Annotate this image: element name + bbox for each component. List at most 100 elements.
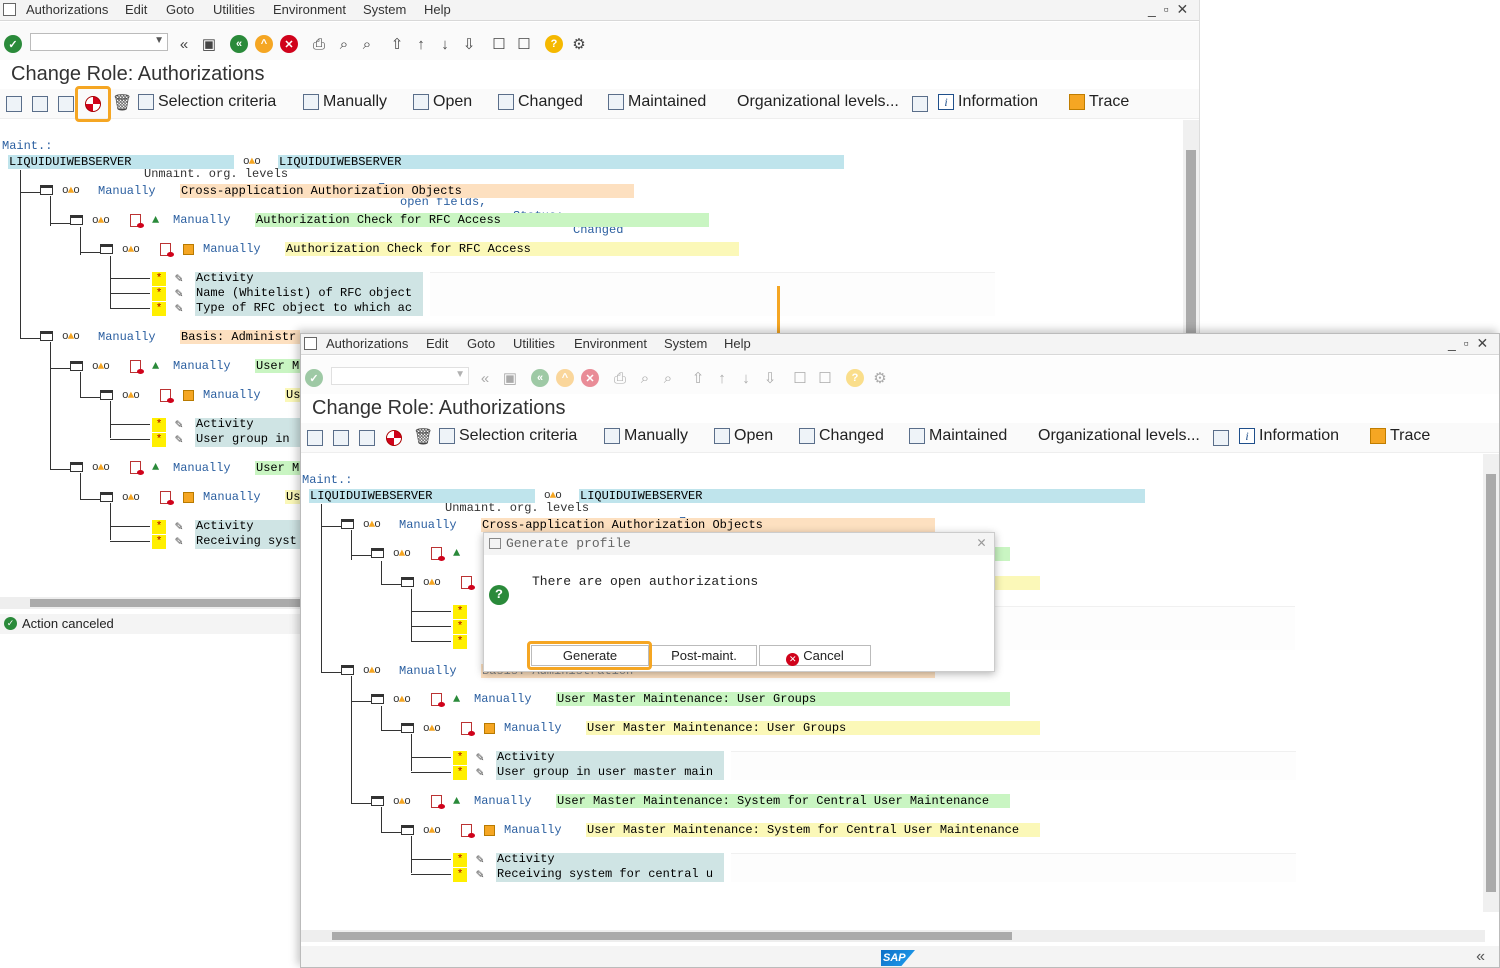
doc-delete-icon[interactable] xyxy=(461,722,475,736)
cancel-icon[interactable]: ✕ xyxy=(280,35,298,53)
doc-delete-icon[interactable] xyxy=(461,824,475,838)
menu-authorizations[interactable]: Authorizations xyxy=(326,336,408,351)
manually-button[interactable]: Manually xyxy=(303,93,387,111)
first-page-icon[interactable]: ⇧ xyxy=(689,369,707,387)
pencil-icon[interactable]: ✎ xyxy=(476,765,484,780)
app-menu-icon[interactable] xyxy=(3,3,16,16)
folder-icon[interactable] xyxy=(401,723,414,733)
settings-gear-icon[interactable]: ⚙ xyxy=(871,369,889,387)
settings-gear-icon[interactable]: ⚙ xyxy=(570,35,588,53)
expand-icon[interactable] xyxy=(6,96,22,112)
field-activity[interactable]: Activity xyxy=(196,271,254,286)
manually-button[interactable]: Manually xyxy=(604,427,688,445)
folder-icon[interactable] xyxy=(341,665,354,675)
print-icon[interactable]: ⎙ xyxy=(310,35,328,53)
doc-delete-icon[interactable] xyxy=(160,491,174,505)
trace-button[interactable]: Trace xyxy=(1370,427,1430,445)
folder-icon[interactable] xyxy=(100,390,113,400)
window-controls[interactable]: _ ▫ ✕ xyxy=(1148,1,1190,18)
tree-node-user-groups-class[interactable]: User Master Maintenance: User Groups xyxy=(556,692,1010,706)
menu-environment[interactable]: Environment xyxy=(574,336,647,351)
selection-criteria-button[interactable]: Selection criteria xyxy=(439,427,577,445)
maintained-button[interactable]: Maintained xyxy=(608,93,706,111)
tree-node-central-class[interactable]: User M xyxy=(255,461,300,475)
tree-node-cross-app[interactable]: Cross-application Authorization Objects xyxy=(481,518,935,532)
command-field[interactable]: ▼ xyxy=(30,33,168,51)
menu-edit[interactable]: Edit xyxy=(426,336,448,351)
pencil-icon[interactable]: ✎ xyxy=(175,271,183,286)
menu-goto[interactable]: Goto xyxy=(467,336,495,351)
pencil-icon[interactable]: ✎ xyxy=(175,432,183,447)
doc-delete-icon[interactable] xyxy=(160,389,174,403)
information-button[interactable]: i Information xyxy=(938,93,1038,111)
prev-page-icon[interactable]: ↑ xyxy=(713,369,731,387)
menu-environment[interactable]: Environment xyxy=(273,2,346,17)
tree-node-rfc-auth[interactable]: Authorization Check for RFC Access xyxy=(285,242,739,256)
field-user-group[interactable]: User group in user master main xyxy=(497,765,713,780)
tree-root[interactable]: LIQUIDUIWEBSERVER xyxy=(8,155,234,169)
save-icon[interactable]: ▣ xyxy=(200,35,218,53)
menu-edit[interactable]: Edit xyxy=(125,2,147,17)
folder-icon[interactable] xyxy=(401,825,414,835)
tree-node-user-groups-auth[interactable]: Us xyxy=(285,388,300,402)
next-page-icon[interactable]: ↓ xyxy=(436,35,454,53)
horizontal-scrollbar[interactable] xyxy=(301,930,1485,942)
doc-delete-icon[interactable] xyxy=(431,795,445,809)
field-rfc-name[interactable]: Name (Whitelist) of RFC object xyxy=(196,286,412,301)
folder-icon[interactable] xyxy=(70,361,83,371)
maintained-button[interactable]: Maintained xyxy=(909,427,1007,445)
doc-delete-icon[interactable] xyxy=(160,243,174,257)
help-icon[interactable]: ? xyxy=(846,369,864,387)
find-next-icon[interactable]: ⌕ xyxy=(659,369,677,387)
exit-icon[interactable]: ^ xyxy=(556,369,574,387)
field-rfc-type[interactable]: Type of RFC object to which ac xyxy=(196,301,412,316)
prev-page-icon[interactable]: ↑ xyxy=(412,35,430,53)
pencil-icon[interactable]: ✎ xyxy=(175,534,183,549)
tree-node-rfc-object-class[interactable] xyxy=(995,547,1010,561)
tree-node-basis[interactable]: Basis: Administr xyxy=(180,330,300,344)
last-page-icon[interactable]: ⇩ xyxy=(761,369,779,387)
doc-delete-icon[interactable] xyxy=(431,693,445,707)
tree-node-central-auth[interactable]: User Master Maintenance: System for Cent… xyxy=(586,823,1040,837)
information-button[interactable]: i Information xyxy=(1239,427,1339,445)
pencil-icon[interactable]: ✎ xyxy=(476,852,484,867)
tree-node-rfc-object-class[interactable]: Authorization Check for RFC Access xyxy=(255,213,709,227)
delete-trash-icon[interactable]: 🗑 xyxy=(413,427,433,446)
save-icon[interactable]: ▣ xyxy=(501,369,519,387)
doc-delete-icon[interactable] xyxy=(130,360,144,374)
pencil-icon[interactable]: ✎ xyxy=(175,519,183,534)
back-icon[interactable]: « xyxy=(476,369,494,387)
tree-root[interactable]: LIQUIDUIWEBSERVER xyxy=(309,489,535,503)
changed-button[interactable]: Changed xyxy=(498,93,583,111)
print-icon[interactable]: ⎙ xyxy=(611,369,629,387)
folder-icon[interactable] xyxy=(371,548,384,558)
doc-delete-icon[interactable] xyxy=(130,461,144,475)
field-activity[interactable]: Activity xyxy=(497,852,555,867)
transfer-icon[interactable] xyxy=(359,430,375,446)
first-page-icon[interactable]: ⇧ xyxy=(388,35,406,53)
list-icon[interactable] xyxy=(912,96,928,112)
open-button[interactable]: Open xyxy=(714,427,773,445)
new-session-icon[interactable]: ☐ xyxy=(791,369,809,387)
pencil-icon[interactable]: ✎ xyxy=(175,301,183,316)
menu-utilities[interactable]: Utilities xyxy=(513,336,555,351)
tree-node-rfc-auth[interactable] xyxy=(995,576,1040,590)
back-circle-icon[interactable]: « xyxy=(230,35,248,53)
field-user-group[interactable]: User group in xyxy=(196,432,290,447)
find-icon[interactable]: ⌕ xyxy=(335,35,353,53)
field-activity[interactable]: Activity xyxy=(196,519,254,534)
pencil-icon[interactable]: ✎ xyxy=(175,286,183,301)
field-receiving-system[interactable]: Receiving syst xyxy=(196,534,297,549)
org-levels-button[interactable]: Organizational levels... xyxy=(737,93,899,111)
doc-delete-icon[interactable] xyxy=(461,576,475,590)
command-field[interactable]: ▼ xyxy=(331,367,469,385)
next-page-icon[interactable]: ↓ xyxy=(737,369,755,387)
expand-icon[interactable] xyxy=(307,430,323,446)
list-icon[interactable] xyxy=(1213,430,1229,446)
enter-icon[interactable]: ✓ xyxy=(305,369,323,387)
generate-profile-icon[interactable] xyxy=(386,430,402,446)
pencil-icon[interactable]: ✎ xyxy=(175,417,183,432)
menu-help[interactable]: Help xyxy=(724,336,751,351)
folder-icon[interactable] xyxy=(371,796,384,806)
menu-authorizations[interactable]: Authorizations xyxy=(26,2,108,17)
